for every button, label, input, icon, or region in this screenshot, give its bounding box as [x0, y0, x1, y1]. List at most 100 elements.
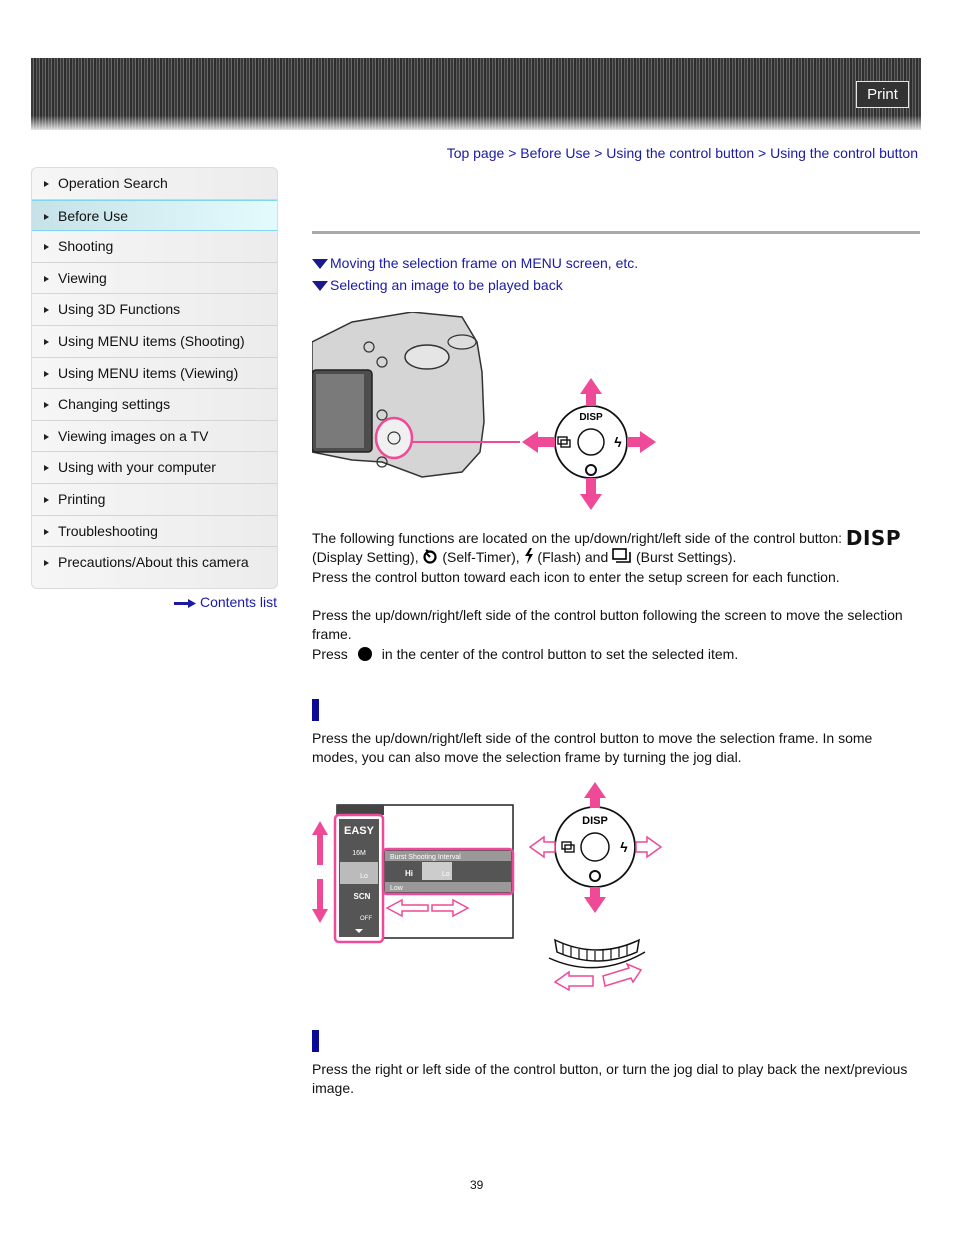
- sidebar-item-label: Using MENU items (Shooting): [58, 332, 245, 349]
- intro-text: Press the control button toward each ico…: [312, 568, 840, 585]
- intro-text: (Display Setting),: [312, 549, 423, 566]
- arrow-up-icon: [312, 821, 328, 865]
- center-button-icon: [357, 646, 372, 661]
- flash-icon: [524, 548, 533, 565]
- selection-paragraph: Press the up/down/right/left side of the…: [312, 606, 922, 664]
- arrow-down-icon: [584, 887, 606, 913]
- page-number: 39: [470, 1178, 484, 1192]
- sidebar-item-label: Shooting: [58, 238, 114, 255]
- triangle-right-icon: [44, 181, 49, 187]
- breadcrumb-before-use[interactable]: Before Use: [520, 145, 590, 161]
- selection-text: in the center of the control button to s…: [381, 645, 739, 662]
- breadcrumb-separator: >: [594, 145, 603, 161]
- menu-screen-figure: EASY 16M Lo SCN OFF Burst Shooting Inter…: [312, 804, 515, 944]
- arrow-up-icon: [584, 782, 606, 808]
- disp-icon: DISP: [845, 526, 901, 550]
- sidebar-item-label: Using MENU items (Viewing): [58, 364, 239, 381]
- triangle-right-icon: [44, 496, 49, 503]
- selection-text: Press: [312, 645, 348, 662]
- sidebar-item-viewing[interactable]: Viewing: [32, 263, 277, 295]
- triangle-right-icon: [44, 244, 49, 251]
- arrow-left-outline-icon: [528, 835, 556, 859]
- header-banner: Print: [31, 58, 921, 130]
- sidebar-item-label: Troubleshooting: [58, 522, 158, 539]
- sidebar-item-operation-search[interactable]: Operation Search: [32, 168, 277, 200]
- control-wheel-center: [577, 428, 605, 456]
- triangle-right-icon: [44, 370, 49, 377]
- sidebar-item-precautions[interactable]: Precautions/About this camera: [32, 547, 277, 579]
- breadcrumb: Top page > Before Use > Using the contro…: [447, 145, 918, 161]
- arrow-right-icon: [173, 598, 196, 608]
- breadcrumb-current[interactable]: Using the control button: [770, 145, 918, 161]
- flash-icon: ϟ: [620, 839, 628, 855]
- print-button[interactable]: Print: [856, 81, 909, 108]
- section1-paragraph: Press the up/down/right/left side of the…: [312, 730, 873, 766]
- burst-option-hi: Hi: [405, 869, 413, 878]
- sidebar-item-3d-functions[interactable]: Using 3D Functions: [32, 294, 277, 326]
- arrow-down-icon: [312, 879, 328, 923]
- arrow-right-icon: [627, 431, 656, 453]
- disp-label: DISP: [579, 412, 603, 423]
- anchor-link-moving-selection[interactable]: Moving the selection frame on MENU scree…: [312, 255, 638, 271]
- mode-dial: [404, 344, 450, 370]
- burst-option-lo: Lo: [442, 871, 450, 878]
- intro-text: (Flash) and: [533, 549, 613, 566]
- sidebar-item-shooting[interactable]: Shooting: [32, 231, 277, 263]
- contents-list-link[interactable]: Contents list: [173, 594, 277, 610]
- menu-item-size: 16M: [352, 850, 366, 857]
- disp-label: DISP: [582, 815, 608, 827]
- triangle-right-icon: [44, 402, 49, 409]
- sidebar-item-menu-shooting[interactable]: Using MENU items (Shooting): [32, 326, 277, 358]
- sidebar-item-troubleshooting[interactable]: Troubleshooting: [32, 516, 277, 548]
- arrow-up-icon: [580, 378, 602, 406]
- anchor-link-label: Moving the selection frame on MENU scree…: [330, 255, 639, 271]
- section-marker: [312, 1030, 319, 1052]
- menu-header: [337, 805, 384, 815]
- breadcrumb-using-control-button[interactable]: Using the control button: [606, 145, 754, 161]
- anchor-link-selecting-image[interactable]: Selecting an image to be played back: [312, 277, 563, 293]
- camera-control-button-figure: DISP ϟ: [312, 312, 656, 510]
- burst-panel-footer: Low: [390, 885, 404, 892]
- selection-text: Press the up/down/right/left side of the…: [312, 607, 903, 643]
- intro-text: (Self-Timer),: [438, 549, 524, 566]
- sidebar-item-label: Using 3D Functions: [58, 301, 181, 318]
- burst-panel-title: Burst Shooting Interval: [390, 854, 461, 861]
- breadcrumb-top-page[interactable]: Top page: [447, 145, 505, 161]
- intro-text: (Burst Settings).: [632, 549, 737, 566]
- sidebar-item-label: Using with your computer: [58, 459, 216, 476]
- triangle-right-icon: [44, 465, 49, 472]
- sidebar-item-viewing-tv[interactable]: Viewing images on a TV: [32, 421, 277, 453]
- triangle-down-icon: [312, 281, 328, 291]
- menu-item-scn: SCN: [354, 892, 371, 901]
- triangle-right-icon: [44, 433, 49, 440]
- sidebar-item-changing-settings[interactable]: Changing settings: [32, 389, 277, 421]
- title-divider: [312, 231, 920, 234]
- sidebar-item-menu-viewing[interactable]: Using MENU items (Viewing): [32, 358, 277, 390]
- menu-item-easy: EASY: [344, 825, 375, 837]
- sidebar-item-label: Changing settings: [58, 396, 171, 413]
- sidebar-item-label: Operation Search: [58, 175, 168, 191]
- triangle-down-icon: [312, 259, 328, 269]
- triangle-right-icon: [44, 213, 49, 220]
- sidebar-item-before-use[interactable]: Before Use: [32, 199, 277, 232]
- self-timer-icon: [423, 549, 438, 565]
- arrow-curve-right-icon: [602, 962, 643, 987]
- menu-item-lo: Lo: [360, 873, 368, 880]
- flash-icon: ϟ: [614, 434, 622, 450]
- shutter-dial: [447, 334, 477, 350]
- control-wheel-jog-figure: DISP ϟ: [528, 782, 663, 992]
- triangle-right-icon: [44, 528, 49, 535]
- arrow-left-icon: [522, 431, 555, 453]
- sidebar-nav: Operation Search Before Use Shooting Vie…: [31, 167, 278, 589]
- breadcrumb-separator: >: [758, 145, 767, 161]
- control-wheel-center: [580, 832, 610, 862]
- sidebar-item-computer[interactable]: Using with your computer: [32, 452, 277, 484]
- sidebar-item-printing[interactable]: Printing: [32, 484, 277, 516]
- camera-lcd-glass: [316, 374, 364, 448]
- triangle-right-icon: [44, 338, 49, 345]
- arrow-right-outline-icon: [635, 835, 663, 859]
- burst-icon: [612, 548, 631, 564]
- triangle-right-icon: [44, 560, 49, 567]
- intro-paragraph: The following functions are located on t…: [312, 526, 922, 587]
- burst-panel-footer-bg: [385, 882, 511, 892]
